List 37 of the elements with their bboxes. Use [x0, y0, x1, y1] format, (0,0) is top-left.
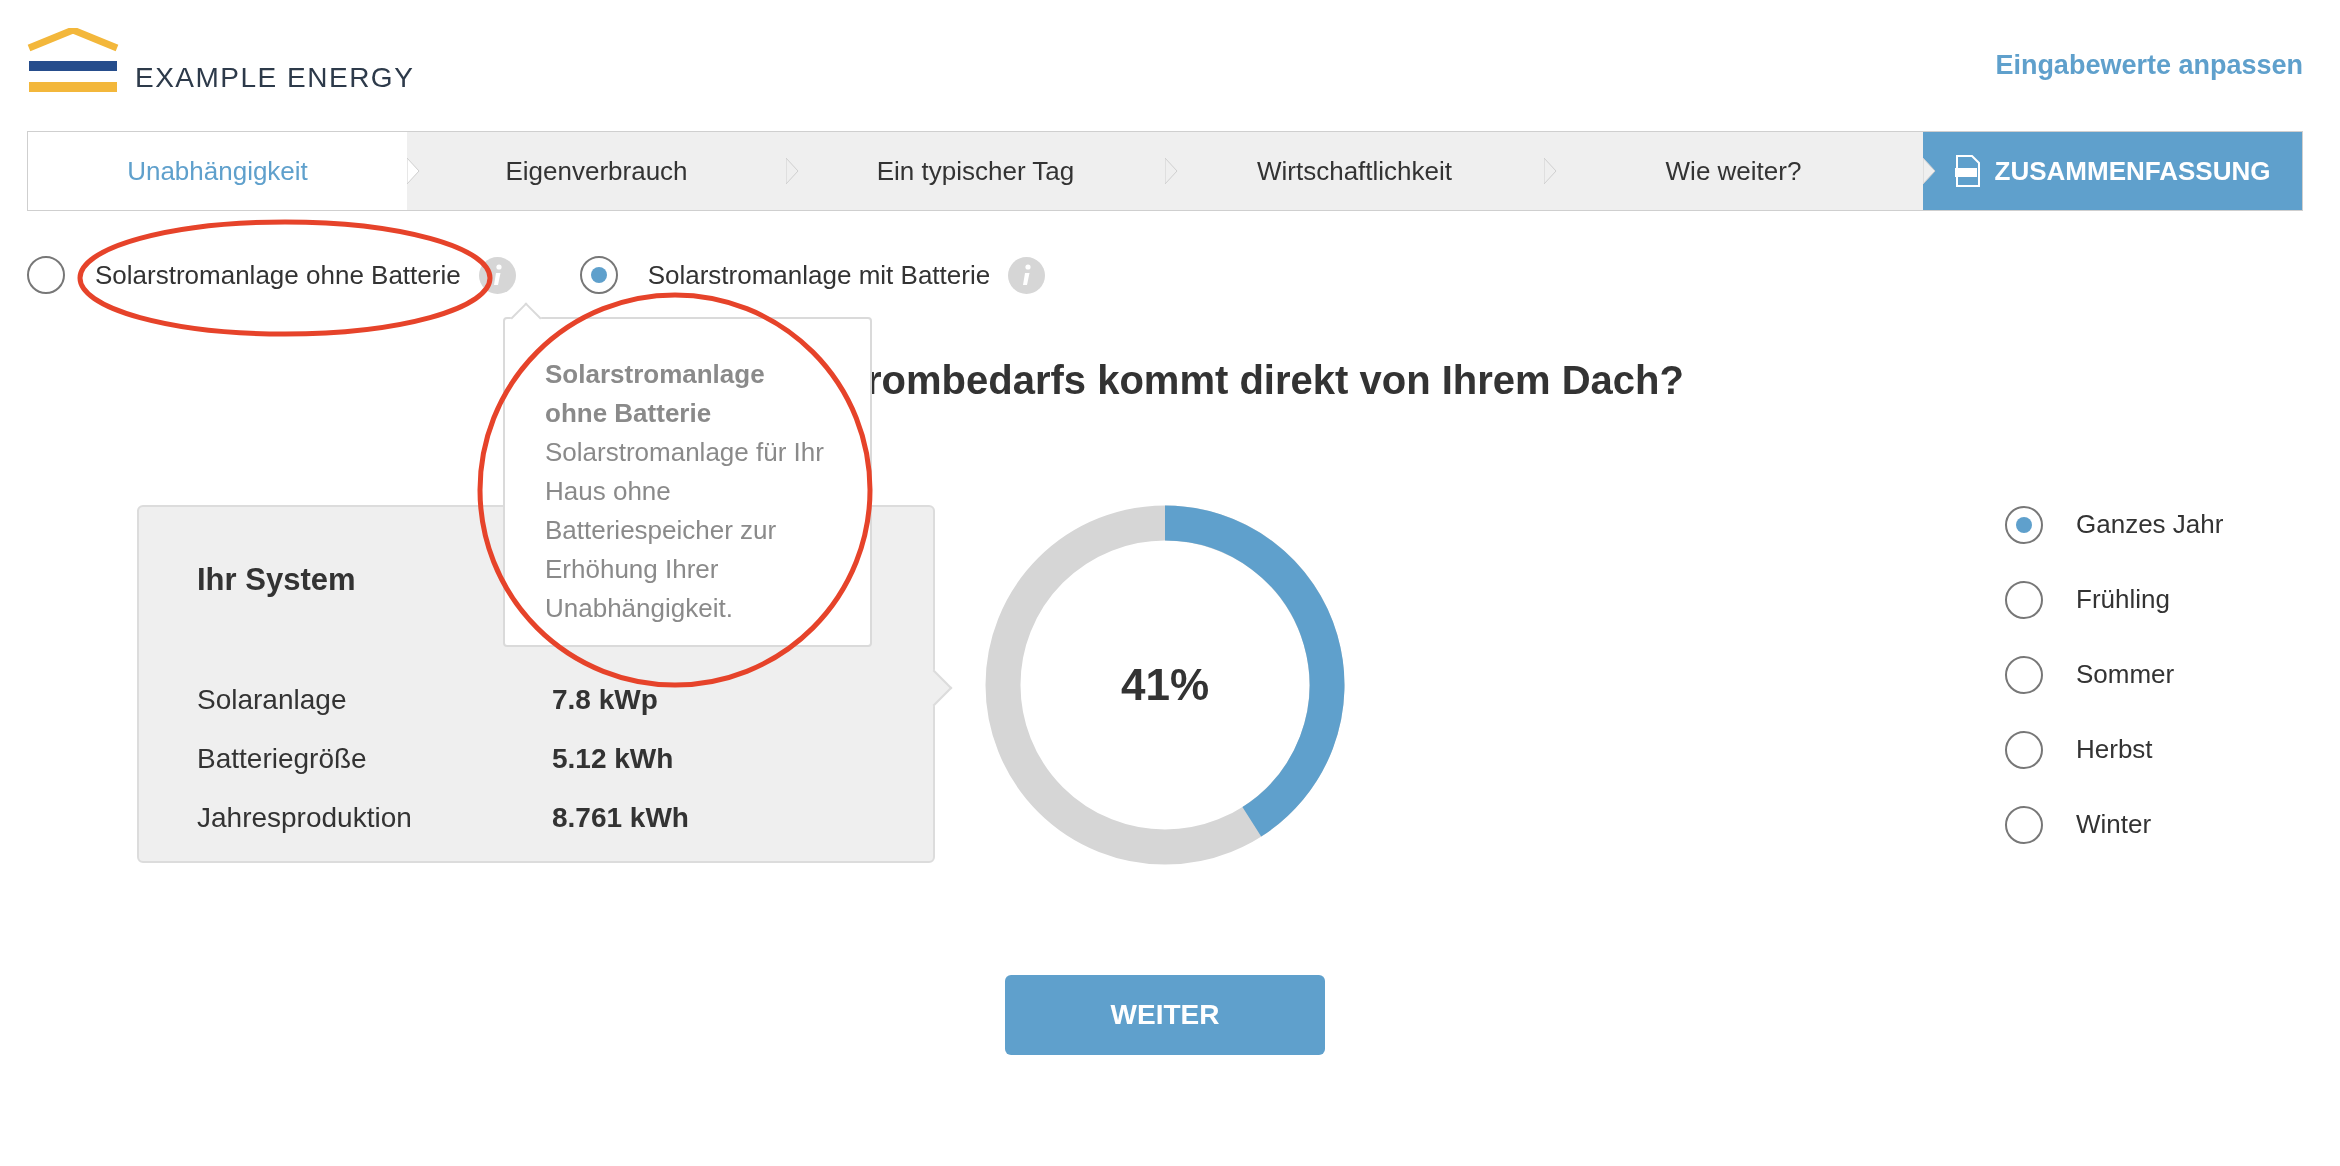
season-label[interactable]: Sommer [2076, 659, 2175, 690]
spec-label: Jahresproduktion [197, 801, 413, 834]
season-label[interactable]: Frühling [2076, 584, 2170, 615]
spec-value: 5.12 kWh [552, 742, 674, 775]
radio-button[interactable] [2005, 505, 2043, 544]
step-tab[interactable]: Wirtschaftlichkeit [1165, 132, 1544, 210]
spec-label: Batteriegröße [197, 742, 368, 775]
info-icon[interactable] [478, 256, 516, 294]
radio-button[interactable] [2005, 655, 2043, 694]
tab-chevron [1544, 158, 1557, 184]
step-tab[interactable]: Wie weiter? [1544, 132, 1923, 210]
radio-button[interactable] [2005, 730, 2043, 769]
logo-text: EXAMPLE ENERGY [135, 62, 415, 94]
step-tab[interactable]: Eigenverbrauch [407, 132, 786, 210]
radio-button[interactable] [2005, 805, 2043, 844]
season-label[interactable]: Winter [2076, 809, 2152, 840]
tooltip-text: Solarstromanlage für Ihr Haus ohne Batteriespeicher zur Erhöhung Ihrer Unabhängigkeit. [545, 436, 825, 625]
step-tab[interactable]: Ein typischer Tag [786, 132, 1165, 210]
tab-chevron [407, 158, 420, 184]
season-label[interactable]: Ganzes Jahr [2076, 509, 2224, 540]
radio-button[interactable] [2005, 580, 2043, 619]
tab-chevron [1165, 158, 1178, 184]
tab-chevron [1923, 158, 1936, 184]
page-heading: rombedarfs kommt direkt von Ihrem Dach? [866, 357, 1685, 403]
spec-label: Solaranlage [197, 683, 348, 716]
tab-chevron [786, 158, 799, 184]
spec-value: 7.8 kWp [552, 683, 658, 716]
option-label[interactable]: Solarstromanlage mit Batterie [647, 259, 991, 291]
spec-value: 8.761 kWh [552, 801, 689, 834]
tooltip-title: Solarstromanlage ohne Batterie [545, 358, 766, 430]
panel-title: Ihr System [197, 562, 356, 598]
radio-button[interactable] [27, 256, 65, 294]
radio-button[interactable] [579, 256, 618, 294]
percentage-value: 41% [1120, 660, 1210, 710]
document-icon [1954, 155, 1981, 187]
option-label[interactable]: Solarstromanlage ohne Batterie [95, 259, 461, 291]
season-label[interactable]: Herbst [2076, 734, 2153, 765]
